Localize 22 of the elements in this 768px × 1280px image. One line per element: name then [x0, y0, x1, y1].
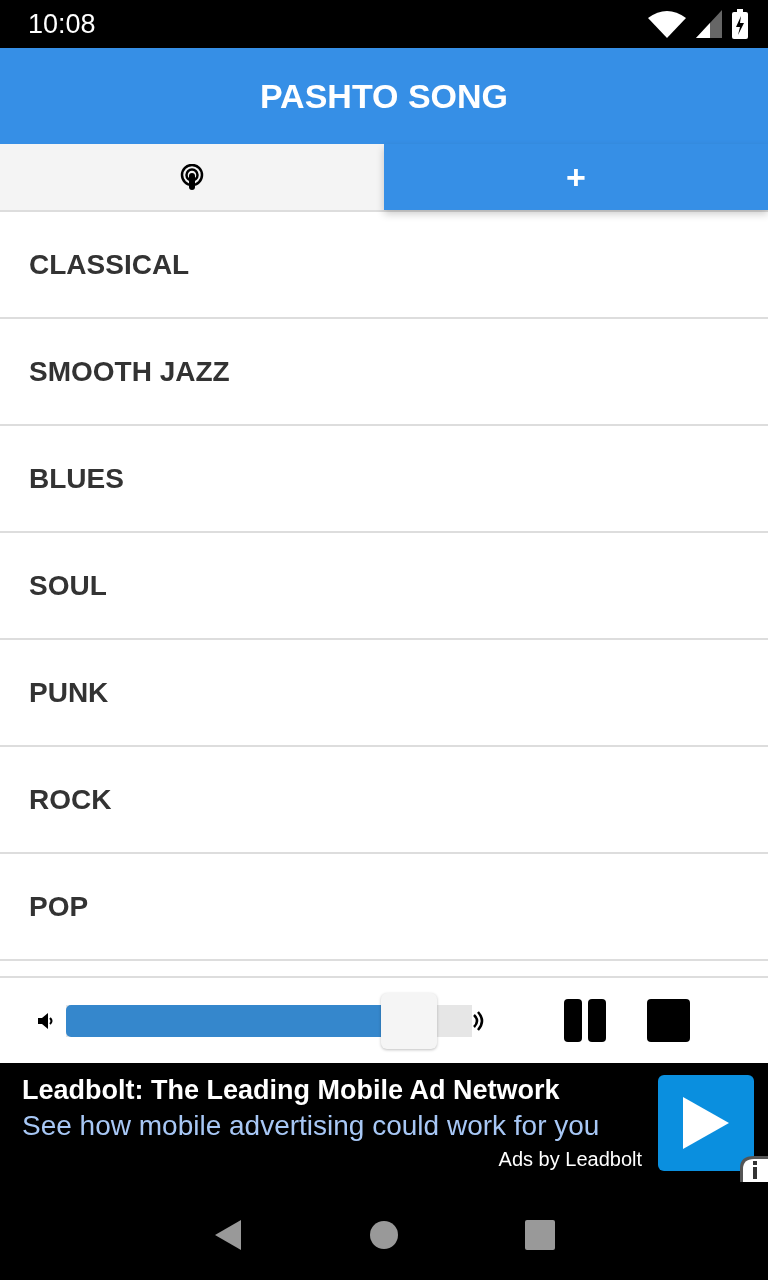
podcast-icon [180, 164, 204, 190]
battery-icon [732, 9, 748, 39]
category-item[interactable]: POP [0, 854, 768, 961]
pause-button[interactable] [564, 999, 607, 1042]
slider-handle[interactable] [381, 992, 437, 1049]
home-icon[interactable] [369, 1220, 399, 1250]
ad-subline: See how mobile advertising could work for you [22, 1110, 601, 1142]
clock: 10:08 [28, 8, 96, 40]
app-title: PASHTO SONG [259, 76, 509, 116]
category-item[interactable]: SMOOTH JAZZ [0, 319, 768, 426]
category-item[interactable]: CLASSICAL [0, 212, 768, 319]
ad-attribution: Ads by Leadbolt [498, 1148, 642, 1171]
play-icon [681, 1095, 731, 1151]
category-item[interactable]: ROCK [0, 747, 768, 854]
signal-icon [696, 10, 722, 38]
category-item[interactable]: PUNK [0, 640, 768, 747]
category-item[interactable]: SOUL [0, 533, 768, 640]
back-icon[interactable] [213, 1218, 243, 1252]
category-item[interactable]: BLUES [0, 426, 768, 533]
info-icon[interactable] [740, 1156, 768, 1182]
wifi-icon [648, 10, 686, 38]
ad-headline: Leadbolt: The Leading Mobile Ad Network [22, 1075, 561, 1106]
